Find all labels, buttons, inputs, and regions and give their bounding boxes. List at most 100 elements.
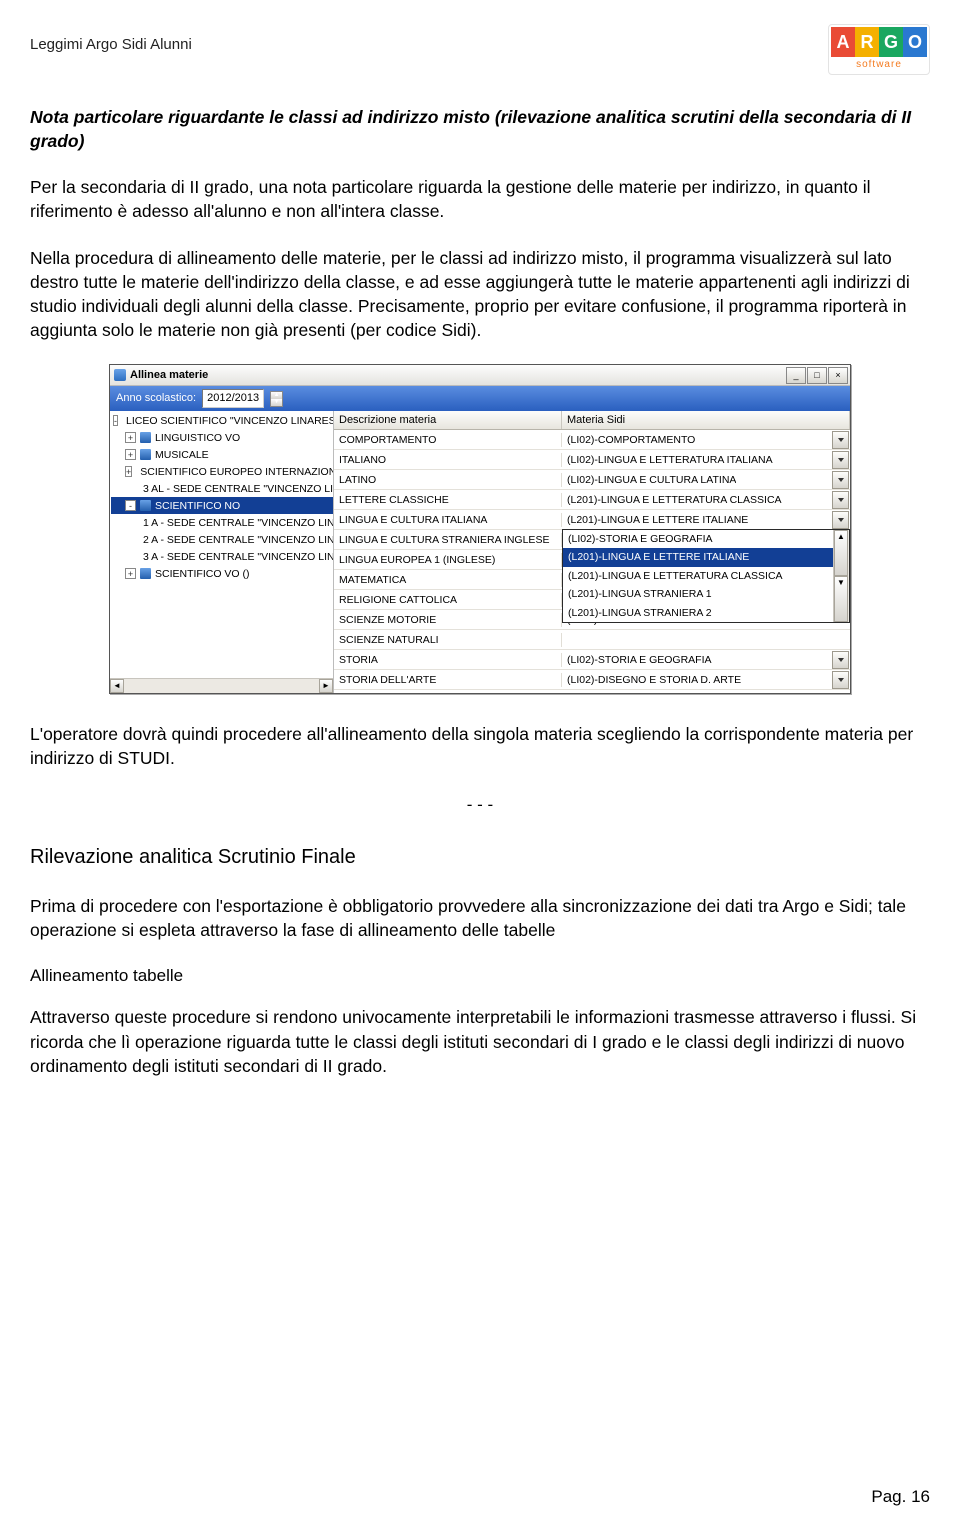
scroll-left-icon[interactable]: ◄ bbox=[110, 679, 124, 693]
toolbar: Anno scolastico: 2012/2013 ▲ ▼ bbox=[110, 386, 850, 411]
cell-materia-sidi[interactable]: (LI02)-STORIA E GEOGRAFIA bbox=[562, 651, 850, 669]
expand-icon[interactable]: + bbox=[125, 466, 132, 477]
cell-descrizione: LINGUA EUROPEA 1 (INGLESE) bbox=[334, 553, 562, 567]
tree-item[interactable]: 2 A - SEDE CENTRALE "VINCENZO LIN bbox=[111, 531, 333, 548]
tree-item[interactable]: +SCIENTIFICO EUROPEO INTERNAZIONALE bbox=[111, 463, 333, 480]
tree-item-label: 2 A - SEDE CENTRALE "VINCENZO LIN bbox=[143, 533, 333, 547]
window-minimize-button[interactable]: _ bbox=[786, 367, 806, 384]
page-number: Pag. 16 bbox=[871, 1487, 930, 1507]
expand-icon[interactable]: + bbox=[125, 432, 136, 443]
year-label: Anno scolastico: bbox=[116, 391, 196, 406]
dropdown-button[interactable] bbox=[832, 471, 849, 489]
cell-descrizione: STORIA DELL'ARTE bbox=[334, 673, 562, 687]
chevron-down-icon bbox=[838, 658, 844, 662]
cell-materia-sidi[interactable]: (LI02)-LINGUA E CULTURA LATINA bbox=[562, 471, 850, 489]
column-header-descrizione[interactable]: Descrizione materia bbox=[334, 411, 562, 429]
paragraph: Prima di procedere con l'esportazione è … bbox=[30, 894, 930, 942]
tree-item-label: LINGUISTICO VO bbox=[155, 431, 240, 445]
cell-materia-sidi[interactable]: (LI02)-COMPORTAMENTO bbox=[562, 431, 850, 449]
table-row[interactable]: SCIENZE NATURALI bbox=[334, 630, 850, 650]
logo-letter: A bbox=[831, 27, 855, 57]
dropdown-option[interactable]: (L201)-LINGUA E LETTERE ITALIANE bbox=[563, 548, 849, 566]
cell-materia-sidi[interactable]: (LI02)-LINGUA E LETTERATURA ITALIANA bbox=[562, 451, 850, 469]
folder-icon bbox=[140, 449, 151, 460]
dropdown-button[interactable] bbox=[832, 431, 849, 449]
dropdown-option[interactable]: (L201)-LINGUA E LETTERATURA CLASSICA bbox=[563, 567, 849, 585]
dropdown-button[interactable] bbox=[832, 491, 849, 509]
cell-descrizione: ITALIANO bbox=[334, 453, 562, 467]
tree-item[interactable]: + SCIENTIFICO VO () bbox=[111, 565, 333, 582]
scroll-right-icon[interactable]: ► bbox=[319, 679, 333, 693]
dropdown-button[interactable] bbox=[832, 451, 849, 469]
tree-item-label: 3 AL - SEDE CENTRALE "VINCENZO LI bbox=[143, 482, 333, 496]
tree-item[interactable]: 1 A - SEDE CENTRALE "VINCENZO LIN bbox=[111, 514, 333, 531]
dropdown-option[interactable]: (LI02)-STORIA E GEOGRAFIA bbox=[563, 530, 849, 548]
year-spinner[interactable]: ▲ ▼ bbox=[270, 391, 283, 407]
chevron-down-icon bbox=[838, 478, 844, 482]
cell-descrizione: COMPORTAMENTO bbox=[334, 433, 562, 447]
dropdown-list[interactable]: (LI02)-STORIA E GEOGRAFIA(L201)-LINGUA E… bbox=[562, 529, 850, 623]
column-header-materia-sidi[interactable]: Materia Sidi bbox=[562, 411, 850, 429]
table-row[interactable]: STORIA(LI02)-STORIA E GEOGRAFIA bbox=[334, 650, 850, 670]
cell-descrizione: LINGUA E CULTURA STRANIERA INGLESE bbox=[334, 533, 562, 547]
dropdown-option[interactable]: (L201)-LINGUA STRANIERA 2 bbox=[563, 604, 849, 622]
logo-letter: G bbox=[879, 27, 903, 57]
tree-item[interactable]: 3 A - SEDE CENTRALE "VINCENZO LIN bbox=[111, 548, 333, 565]
logo-letter: O bbox=[903, 27, 927, 57]
dropdown-scrollbar[interactable]: ▲▼ bbox=[833, 530, 849, 622]
cell-materia-sidi[interactable]: (L201)-LINGUA E LETTERE ITALIANE(LI02)-S… bbox=[562, 511, 850, 529]
year-field[interactable]: 2012/2013 bbox=[202, 389, 264, 408]
expand-icon[interactable]: + bbox=[125, 568, 136, 579]
cell-descrizione: LINGUA E CULTURA ITALIANA bbox=[334, 513, 562, 527]
window-titlebar[interactable]: Allinea materie _ □ × bbox=[110, 365, 850, 386]
tree-item[interactable]: + MUSICALE bbox=[111, 446, 333, 463]
table-row[interactable]: COMPORTAMENTO(LI02)-COMPORTAMENTO bbox=[334, 430, 850, 450]
cell-value: (L201)-LINGUA E LETTERATURA CLASSICA bbox=[567, 493, 782, 507]
dropdown-option[interactable]: (L201)-LINGUA STRANIERA 1 bbox=[563, 585, 849, 603]
table-row[interactable]: STORIA DELL'ARTE(LI02)-DISEGNO E STORIA … bbox=[334, 670, 850, 690]
table-row[interactable]: LINGUA E CULTURA ITALIANA(L201)-LINGUA E… bbox=[334, 510, 850, 530]
section-heading: Nota particolare riguardante le classi a… bbox=[30, 105, 930, 153]
cell-materia-sidi[interactable]: (L201)-LINGUA E LETTERATURA CLASSICA bbox=[562, 491, 850, 509]
tree-item[interactable]: + LINGUISTICO VO bbox=[111, 429, 333, 446]
dropdown-button[interactable] bbox=[832, 671, 849, 689]
expand-icon[interactable]: + bbox=[125, 449, 136, 460]
tree-item-label: 3 A - SEDE CENTRALE "VINCENZO LIN bbox=[143, 550, 333, 564]
scroll-up-icon[interactable]: ▲ bbox=[834, 530, 848, 576]
tree-item-label: SCIENTIFICO NO bbox=[155, 499, 240, 513]
table-row[interactable]: ITALIANO (LI02)-LINGUA E LETTERATURA ITAL… bbox=[334, 450, 850, 470]
tree-item-label: SCIENTIFICO VO () bbox=[155, 567, 250, 581]
cell-descrizione: STORIA bbox=[334, 653, 562, 667]
table-row[interactable]: LATINO(LI02)-LINGUA E CULTURA LATINA bbox=[334, 470, 850, 490]
tree-item[interactable]: 3 AL - SEDE CENTRALE "VINCENZO LI bbox=[111, 480, 333, 497]
cell-descrizione: SCIENZE NATURALI bbox=[334, 633, 562, 647]
scroll-down-icon[interactable]: ▼ bbox=[834, 576, 848, 622]
tree-item-label: MUSICALE bbox=[155, 448, 209, 462]
collapse-icon[interactable]: - bbox=[113, 415, 118, 426]
cell-descrizione: LETTERE CLASSICHE bbox=[334, 493, 562, 507]
window-close-button[interactable]: × bbox=[828, 367, 848, 384]
tree-item-label: LICEO SCIENTIFICO "VINCENZO LINARES" bbox=[126, 414, 333, 428]
tree-item[interactable]: - SCIENTIFICO NO bbox=[111, 497, 333, 514]
horizontal-scrollbar[interactable]: ◄ ► bbox=[110, 678, 333, 693]
dropdown-button[interactable] bbox=[832, 511, 849, 529]
tree-pane[interactable]: -LICEO SCIENTIFICO "VINCENZO LINARES"+LI… bbox=[110, 411, 334, 693]
paragraph: L'operatore dovrà quindi procedere all'a… bbox=[30, 722, 930, 770]
window-title: Allinea materie bbox=[130, 368, 208, 383]
tree-item-label: 1 A - SEDE CENTRALE "VINCENZO LIN bbox=[143, 516, 333, 530]
spinner-down-icon[interactable]: ▼ bbox=[271, 399, 282, 406]
tree-item[interactable]: -LICEO SCIENTIFICO "VINCENZO LINARES" bbox=[111, 412, 333, 429]
spinner-up-icon[interactable]: ▲ bbox=[271, 392, 282, 399]
app-window-allinea-materie: Allinea materie _ □ × Anno scolastico: 2… bbox=[109, 364, 851, 694]
window-maximize-button[interactable]: □ bbox=[807, 367, 827, 384]
table-row[interactable]: LETTERE CLASSICHE (L201)-LINGUA E LETTERA… bbox=[334, 490, 850, 510]
cell-descrizione: LATINO bbox=[334, 473, 562, 487]
cell-materia-sidi[interactable]: (LI02)-DISEGNO E STORIA D. ARTE bbox=[562, 671, 850, 689]
dropdown-button[interactable] bbox=[832, 651, 849, 669]
cell-value: (LI02)-LINGUA E LETTERATURA ITALIANA bbox=[567, 453, 773, 467]
argo-logo: ARGO software bbox=[828, 24, 930, 75]
collapse-icon[interactable]: - bbox=[125, 500, 136, 511]
paragraph: Attraverso queste procedure si rendono u… bbox=[30, 1005, 930, 1077]
separator: - - - bbox=[30, 793, 930, 816]
grid-pane[interactable]: Descrizione materia Materia Sidi COMPORT… bbox=[334, 411, 850, 693]
